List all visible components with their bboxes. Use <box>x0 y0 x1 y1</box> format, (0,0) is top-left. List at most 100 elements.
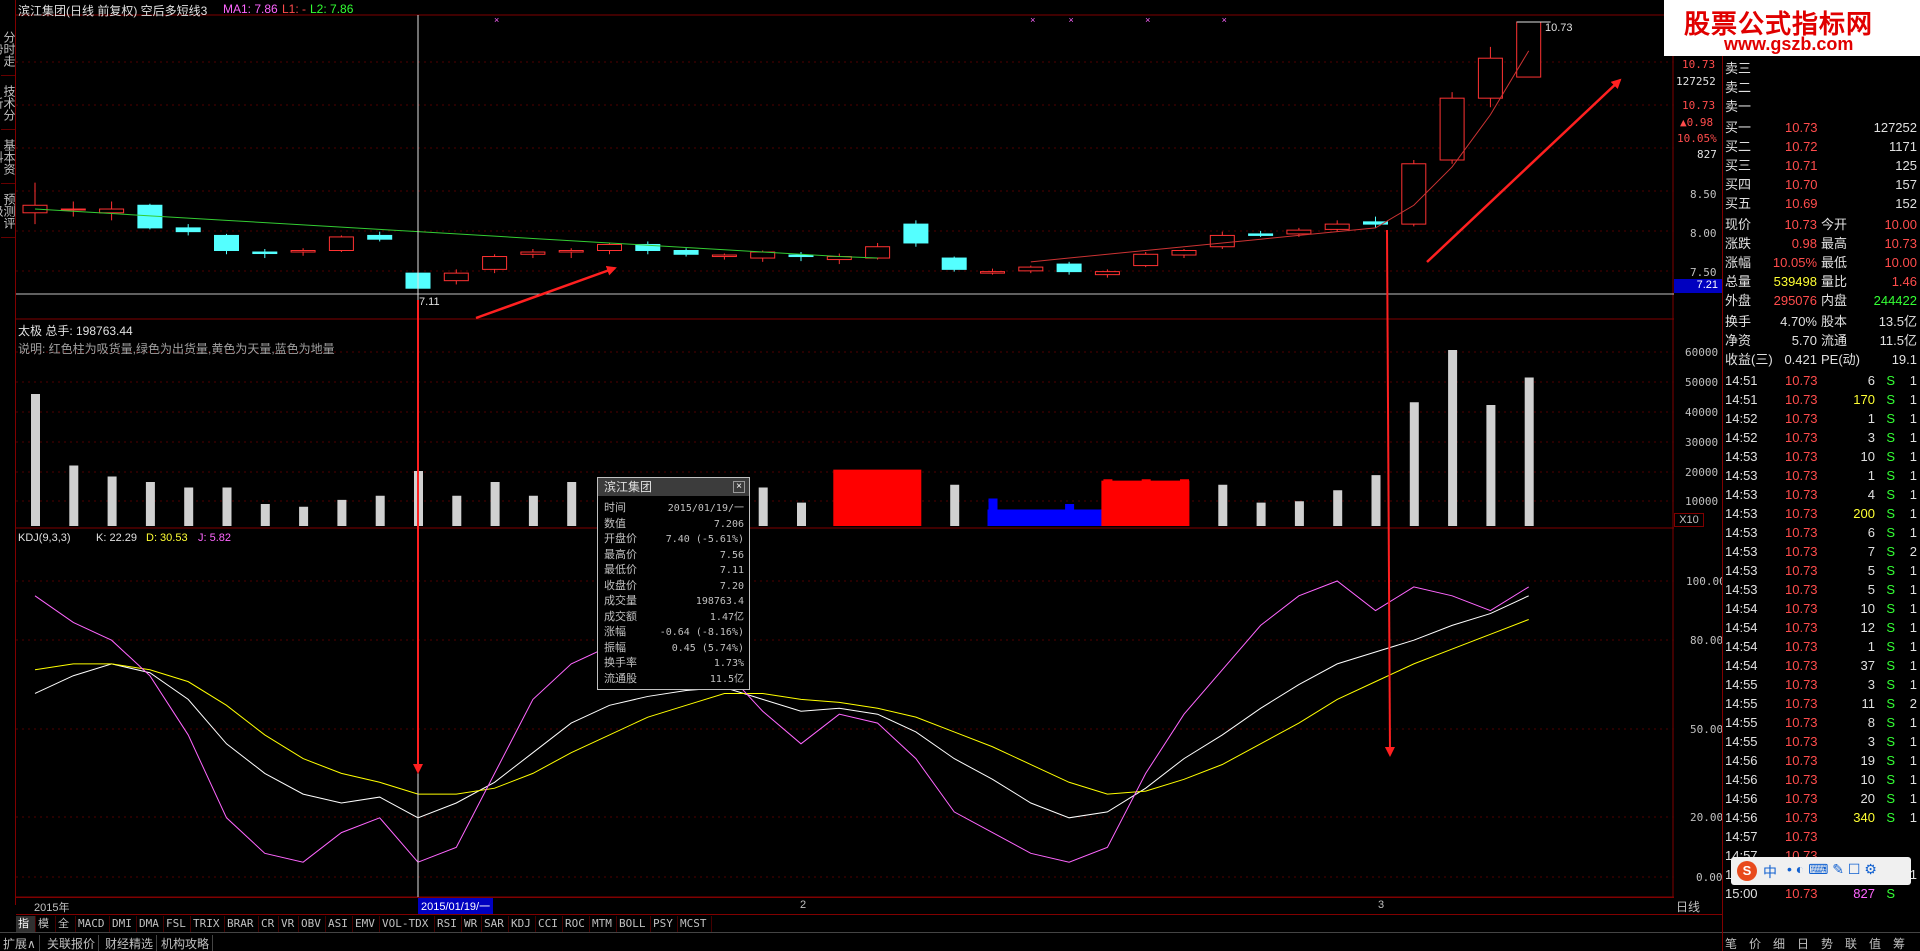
volume-bar <box>452 495 462 526</box>
ime-logo-icon[interactable]: S <box>1737 861 1757 881</box>
fund-value: 4.70% <box>1780 314 1817 329</box>
low-volume-block <box>987 509 1115 526</box>
tab-intraday[interactable]: 分时走势 <box>0 22 16 76</box>
row-value: 7.206 <box>713 518 744 530</box>
tick-price: 10.73 <box>1785 487 1818 502</box>
indicator-tab[interactable]: SAR <box>482 916 509 932</box>
tick-price: 10.73 <box>1785 582 1818 597</box>
indicator-tab[interactable]: MCST <box>678 916 712 932</box>
indicator-tab[interactable]: 指标 <box>16 916 36 946</box>
indicator-tab[interactable]: TRIX <box>191 916 225 932</box>
volume-bar <box>222 487 232 526</box>
quote-panel-tab[interactable]: 值 <box>1869 935 1881 951</box>
bid-row: 买五 10.69 152 <box>1723 195 1920 213</box>
tick-row: 14:53 10.73 7 S 2 <box>1723 543 1920 561</box>
expand-button[interactable]: 扩展∧ <box>0 935 40 951</box>
data-window-title[interactable]: 滨江集团 <box>598 478 749 496</box>
candle-body <box>1133 253 1159 267</box>
indicator-tab[interactable]: MTM <box>590 916 617 932</box>
stat-value: 10.00 <box>1884 217 1917 232</box>
data-window[interactable]: 滨江集团 × 时间 2015/01/19/一 数值 7.206 开盘价 7.40 (-5.… <box>597 477 750 690</box>
ime-toolbar[interactable]: S 中 • ◐ ⌨ ✎ ☐ ⚙ <box>1731 857 1911 885</box>
indicator-tab[interactable]: DMI <box>110 916 137 932</box>
candle-body <box>1516 21 1542 78</box>
indicator-tab[interactable]: 模板 <box>36 916 56 946</box>
institution-guide-button[interactable]: 机构攻略 <box>158 935 214 951</box>
ask-label: 卖二 <box>1725 80 1752 95</box>
candle-body <box>482 256 508 270</box>
indicator-tab[interactable]: ROC <box>563 916 590 932</box>
tick-price: 10.73 <box>1785 620 1818 635</box>
stat-label: 最低 <box>1821 255 1848 270</box>
volume-bar <box>31 394 40 526</box>
tick-time: 14:54 <box>1725 620 1758 635</box>
stat-label: 现价 <box>1725 217 1752 232</box>
indicator-tab[interactable]: MACD <box>76 916 110 932</box>
indicator-tab[interactable]: OBV <box>299 916 326 932</box>
tick-time: 14:53 <box>1725 506 1758 521</box>
quote-panel-tab[interactable]: 细 <box>1773 935 1785 951</box>
tick-time: 14:56 <box>1725 791 1758 806</box>
row-value: 1.73% <box>713 658 744 669</box>
data-window-row: 最低价 7.11 <box>602 563 744 578</box>
tick-price: 10.73 <box>1785 772 1818 787</box>
volume-bar <box>107 476 117 526</box>
stat-value: 10.73 <box>1784 217 1817 232</box>
indicator-tab[interactable]: ASI <box>326 916 353 932</box>
indicator-tab[interactable]: DMA <box>137 916 164 932</box>
vol-axis-tick: 40000 <box>1685 406 1719 419</box>
indicator-tab[interactable]: BRAR <box>225 916 259 932</box>
vol-axis-tick: 10000 <box>1685 495 1719 508</box>
bid-volume: 125 <box>1895 158 1917 173</box>
fundamental-row: 净资 5.70 流通 11.5亿 <box>1723 332 1920 350</box>
tab-technical[interactable]: 技术分析 <box>0 76 16 130</box>
quote-panel-tab[interactable]: 筹 <box>1893 935 1905 951</box>
related-quotes-button[interactable]: 关联报价 <box>44 935 100 951</box>
tick-side: S <box>1886 487 1895 502</box>
quote-stat-row: 外盘 295076 内盘 244422 <box>1723 292 1920 310</box>
chart-canvas[interactable]: × × × × × <box>16 0 1674 905</box>
tick-count: 2 <box>1909 544 1917 559</box>
indicator-tab[interactable]: 全部 <box>56 916 76 946</box>
current-price-tag: 7.21 <box>1674 279 1722 293</box>
indicator-tab[interactable]: VR <box>279 916 299 932</box>
quote-panel-tab[interactable]: 笔 <box>1725 935 1737 951</box>
bid-label: 买五 <box>1725 196 1752 211</box>
tick-volume: 5 <box>1867 563 1875 578</box>
ime-tools-icon[interactable]: • ◐ ⌨ ✎ ☐ ⚙ <box>1787 861 1877 878</box>
signal-marker: × <box>1068 15 1073 25</box>
ask-row: 卖一 <box>1723 98 1920 116</box>
indicator-tab[interactable]: BOLL <box>617 916 651 932</box>
tick-volume: 10 <box>1860 601 1875 616</box>
quote-panel-tab[interactable]: 势 <box>1821 935 1833 951</box>
period-label[interactable]: 日线 <box>1676 898 1700 915</box>
indicator-tab[interactable]: CCI <box>536 916 563 932</box>
stat-label: 最高 <box>1821 236 1848 251</box>
close-icon[interactable]: × <box>733 481 745 493</box>
indicator-tab[interactable]: EMV <box>353 916 380 932</box>
indicator-tab[interactable]: PSY <box>651 916 678 932</box>
tab-fundamentals[interactable]: 基本资料 <box>0 130 16 184</box>
indicator-tab[interactable]: WR <box>462 916 482 932</box>
quote-panel-tab[interactable]: 日 <box>1797 935 1809 951</box>
tick-time: 14:56 <box>1725 772 1758 787</box>
indicator-tab[interactable]: KDJ <box>509 916 536 932</box>
tick-row: 14:53 10.73 5 S 1 <box>1723 562 1920 580</box>
ask-label: 卖一 <box>1725 99 1752 114</box>
ime-mode[interactable]: 中 <box>1763 862 1777 882</box>
tick-time: 14:56 <box>1725 753 1758 768</box>
tick-row: 14:56 10.73 340 S 1 <box>1723 809 1920 827</box>
indicator-tab[interactable]: CR <box>259 916 279 932</box>
tick-volume: 11 <box>1861 696 1876 711</box>
indicator-tab[interactable]: VOL-TDX <box>380 916 435 932</box>
row-value: 198763.4 <box>695 596 744 607</box>
indicator-tab[interactable]: RSI <box>435 916 462 932</box>
quote-panel-tab[interactable]: 价 <box>1749 935 1761 951</box>
tick-count: 1 <box>1909 468 1917 483</box>
finance-picks-button[interactable]: 财经精选 <box>102 935 158 951</box>
bid-row: 买四 10.70 157 <box>1723 176 1920 194</box>
tick-side: S <box>1886 449 1895 464</box>
indicator-tab[interactable]: FSL <box>164 916 191 932</box>
tab-rating[interactable]: 预测评级 <box>0 184 16 238</box>
quote-panel-tab[interactable]: 联 <box>1845 935 1857 951</box>
